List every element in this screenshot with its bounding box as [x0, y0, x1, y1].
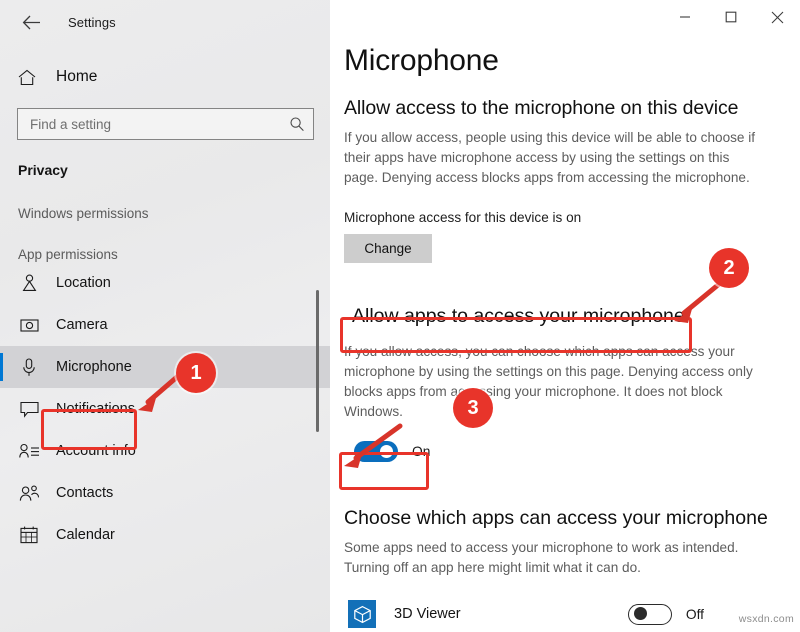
sidebar-scrollbar[interactable]: [316, 290, 319, 432]
notification-bubble-icon: [18, 398, 40, 420]
app-toggle-state: Off: [685, 606, 704, 622]
allow-apps-heading: Allow apps to access your microphone: [352, 305, 685, 327]
choose-apps-heading: Choose which apps can access your microp…: [344, 507, 768, 529]
sidebar-item-location[interactable]: Location: [0, 262, 330, 304]
watermark: wsxdn.com: [738, 613, 794, 625]
sidebar-item-label: Microphone: [56, 359, 132, 375]
title-bar: Settings: [0, 0, 330, 44]
search-box[interactable]: [17, 108, 314, 140]
home-icon: [18, 69, 46, 86]
sidebar-item-microphone[interactable]: Microphone: [0, 346, 330, 388]
device-access-heading: Allow access to the microphone on this d…: [344, 97, 739, 119]
toggle-knob: [380, 445, 393, 458]
app-list-item[interactable]: 3D Viewer Off: [344, 600, 770, 628]
sidebar-item-account-info[interactable]: Account info: [0, 430, 330, 472]
device-access-description: If you allow access, people using this d…: [344, 130, 756, 185]
change-button[interactable]: Change: [344, 234, 432, 263]
sidebar-item-notifications[interactable]: Notifications: [0, 388, 330, 430]
home-label: Home: [56, 68, 98, 85]
account-info-icon: [18, 440, 40, 462]
allow-apps-description: If you allow access, you can choose whic…: [344, 344, 753, 419]
sidebar-item-label: Contacts: [56, 485, 114, 501]
microphone-icon: [18, 356, 40, 378]
camera-icon: [18, 314, 40, 336]
search-icon[interactable]: [289, 116, 305, 132]
sidebar-item-label: Account info: [56, 443, 136, 459]
calendar-icon: [18, 524, 40, 546]
settings-window: Settings Home Privacy Windows permission…: [0, 0, 800, 632]
allow-apps-toggle-state: On: [412, 444, 431, 459]
back-arrow-icon[interactable]: [14, 7, 48, 37]
sidebar-item-label: Location: [56, 275, 111, 291]
search-input[interactable]: [30, 116, 289, 132]
window-title: Settings: [68, 14, 116, 30]
app-name: 3D Viewer: [394, 606, 461, 622]
location-pin-icon: [18, 272, 40, 294]
group-header-app-permissions: App permissions: [18, 247, 118, 262]
contacts-icon: [18, 482, 40, 504]
sidebar-item-label: Calendar: [56, 527, 115, 543]
page-title: Microphone: [344, 44, 499, 77]
maximize-button[interactable]: [708, 0, 754, 34]
sidebar-item-home[interactable]: Home: [0, 60, 330, 94]
toggle-knob: [633, 607, 647, 620]
sidebar-item-contacts[interactable]: Contacts: [0, 472, 330, 514]
main-content: Microphone Allow access to the microphon…: [330, 0, 800, 632]
sidebar: Settings Home Privacy Windows permission…: [0, 0, 330, 632]
sidebar-item-label: Notifications: [56, 401, 135, 417]
allow-apps-toggle-row[interactable]: On: [349, 436, 445, 467]
window-controls: [662, 0, 800, 34]
allow-apps-toggle[interactable]: [354, 441, 398, 462]
sidebar-item-calendar[interactable]: Calendar: [0, 514, 330, 556]
sidebar-item-label: Camera: [56, 317, 108, 333]
3d-viewer-icon: [348, 600, 376, 628]
app-toggle[interactable]: [627, 603, 672, 625]
privacy-category-label: Privacy: [18, 162, 68, 178]
minimize-button[interactable]: [662, 0, 708, 34]
device-access-status: Microphone access for this device is on: [344, 210, 582, 225]
group-header-windows-permissions: Windows permissions: [18, 206, 149, 221]
sidebar-item-camera[interactable]: Camera: [0, 304, 330, 346]
choose-apps-description: Some apps need to access your microphone…: [344, 540, 739, 575]
close-button[interactable]: [754, 0, 800, 34]
